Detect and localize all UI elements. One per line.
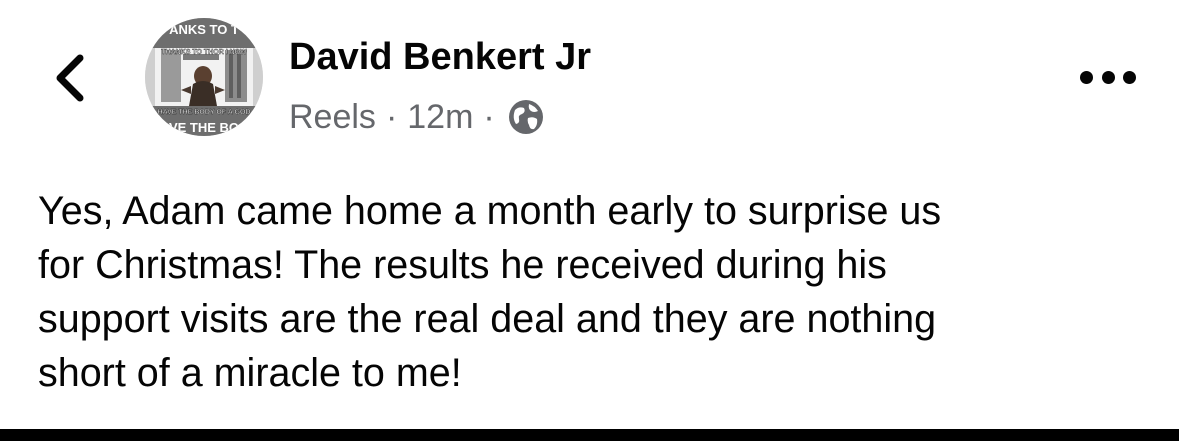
meta-separator: · (385, 97, 398, 136)
more-dots-icon (1101, 70, 1115, 84)
avatar-caption-bottom: HAVE THE BODY OF A GOD (158, 109, 251, 116)
post-text-line: Yes, Adam came home a month early to sur… (38, 189, 942, 233)
post-text: Yes, Adam came home a month early to sur… (38, 184, 1148, 400)
avatar-rim-bottom-text: VE THE BO (169, 120, 239, 135)
post-meta: Reels · 12m · (289, 95, 545, 139)
chevron-left-icon (56, 54, 84, 102)
avatar[interactable]: ANKS TO T THANKS TO THOR I NOW HAVE THE … (145, 18, 263, 136)
globe-icon[interactable] (507, 98, 545, 136)
post-text-line: support visits are the real deal and the… (38, 297, 937, 341)
more-options-button[interactable] (1080, 64, 1136, 90)
post-text-line: short of a miracle to me! (38, 351, 462, 395)
post-timestamp[interactable]: 12m (407, 98, 473, 137)
author-name[interactable]: David Benkert Jr (289, 34, 591, 80)
back-button[interactable] (48, 52, 92, 104)
post-text-line: for Christmas! The results he received d… (38, 243, 887, 287)
bottom-divider (0, 429, 1179, 441)
post-source-link[interactable]: Reels (289, 98, 376, 137)
more-dots-icon (1123, 70, 1136, 84)
more-dots-icon (1080, 70, 1093, 84)
avatar-caption-top: THANKS TO THOR I NOW (161, 49, 247, 56)
meta-separator: · (483, 97, 495, 136)
avatar-rim-top-text: ANKS TO T (169, 22, 239, 37)
